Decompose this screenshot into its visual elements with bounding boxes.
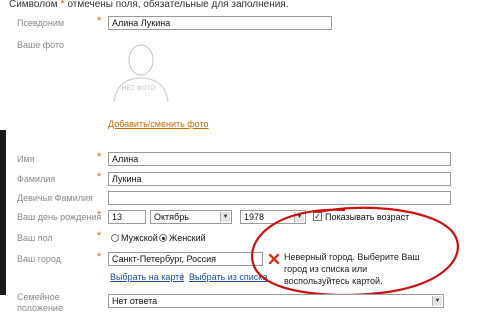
link-separator: |: [181, 272, 184, 282]
maiden-name-label: Девичья Фамилия: [17, 193, 93, 203]
last-name-required-star: *: [97, 171, 102, 183]
birth-month-value: Октябрь: [154, 212, 189, 222]
nickname-input[interactable]: Алина Лукина: [108, 16, 332, 30]
city-required-star: *: [97, 251, 102, 263]
birthday-label: Ваш день рождения: [17, 212, 102, 222]
birth-month-select[interactable]: Октябрь ▼: [150, 210, 232, 224]
city-input[interactable]: Санкт-Петербург, Россия: [108, 252, 263, 266]
marital-status-label: Семейное положение: [17, 292, 63, 314]
last-name-input[interactable]: Лукина: [108, 172, 451, 186]
nickname-required-star: *: [97, 15, 102, 27]
gender-female-radio[interactable]: [159, 234, 167, 242]
avatar-silhouette-icon: [113, 44, 169, 103]
first-name-label: Имя: [17, 154, 35, 164]
gender-label: Ваш пол: [17, 233, 53, 243]
required-fields-note: Символом * отмечены поля, обязательные д…: [9, 0, 289, 10]
marital-status-value: Нет ответа: [112, 296, 158, 306]
marital-label-line1: Семейное: [17, 292, 60, 302]
required-star: *: [60, 0, 65, 10]
city-label: Ваш город: [17, 254, 61, 264]
birthday-required-star: *: [97, 209, 102, 221]
marital-status-select[interactable]: Нет ответа ▼: [108, 294, 444, 308]
first-name-required-star: *: [97, 151, 102, 163]
gender-male-label: Мужской: [121, 233, 158, 243]
birth-day-input[interactable]: 13: [108, 210, 146, 224]
nickname-label: Псевдоним: [17, 18, 65, 28]
gender-female-label: Женский: [169, 233, 206, 243]
note-prefix: Символом: [9, 0, 58, 10]
change-photo-link[interactable]: Добавить/сменить фото: [108, 119, 209, 129]
note-suffix: отмечены поля, обязательные для заполнен…: [67, 0, 289, 10]
marital-label-line2: положение: [17, 303, 63, 313]
chevron-down-icon: ▼: [220, 212, 230, 222]
red-annotation-circle: [250, 206, 459, 296]
gender-required-star: *: [97, 230, 102, 242]
photo-label: Ваше фото: [17, 40, 64, 50]
maiden-name-input[interactable]: [108, 191, 451, 205]
first-name-input[interactable]: Алина: [108, 152, 451, 166]
no-photo-text: НЕТ ФОТО: [122, 86, 156, 92]
choose-on-map-link[interactable]: Выбрать на карте: [110, 272, 184, 282]
left-edge-strip: [0, 130, 6, 295]
no-photo-placeholder: НЕТ ФОТО: [106, 38, 176, 104]
gender-male-radio[interactable]: [111, 234, 119, 242]
chevron-down-icon: ▼: [432, 296, 442, 306]
last-name-label: Фамилия: [17, 174, 56, 184]
